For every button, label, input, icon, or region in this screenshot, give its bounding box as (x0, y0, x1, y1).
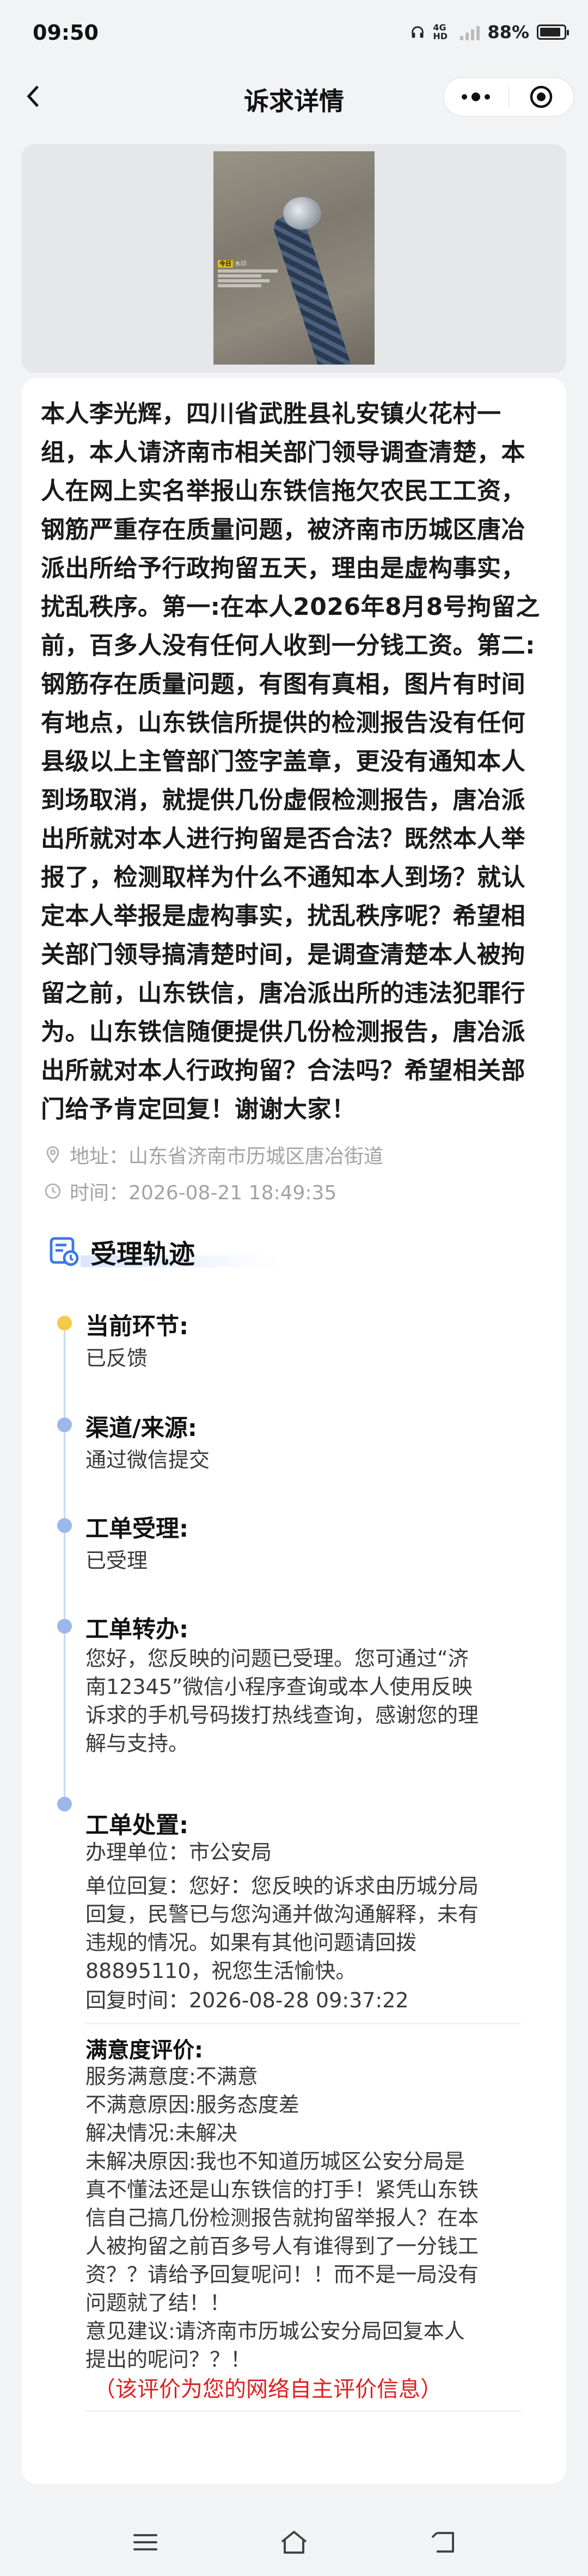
battery-icon (537, 24, 569, 40)
complaint-line: 人在网上实名举报山东铁信拖欠农民工工资， (41, 477, 525, 505)
system-nav-bar (0, 2509, 588, 2576)
time-row: 时间：2026-08-21 18:49:35 (44, 1177, 336, 1205)
clock-icon (45, 1183, 61, 1199)
back-nav-button[interactable] (418, 2523, 467, 2561)
channel-title: 渠道/来源: (85, 1415, 197, 1442)
complaint-line: 门给予肯定回复！谢谢大家！ (41, 1095, 356, 1123)
dissatisfaction-reason: 不满意原因:服务态度差 (85, 2093, 299, 2117)
track-list-icon (50, 1237, 79, 1266)
current-step-title: 当前环节: (85, 1313, 189, 1340)
battery-percent: 88% (487, 22, 529, 42)
transfer-line: 您好，您反映的问题已受理。您可通过“济 (85, 1647, 469, 1671)
timeline-dot-channel (57, 1418, 72, 1432)
complaint-line: 为。山东铁信随便提供几份检测报告，唐冶派 (41, 1018, 525, 1046)
timeline-dot-transfer (57, 1619, 72, 1634)
reply-line: 回复，民警已与您沟通并做沟通解释，未有 (85, 1902, 479, 1926)
home-button[interactable] (270, 2523, 318, 2561)
complaint-line: 本人李光辉，四川省武胜县礼安镇火花村一 (41, 400, 501, 428)
evaluation-note: （该评价为您的网络自主评价信息） (94, 2377, 442, 2402)
more-button[interactable] (444, 78, 509, 116)
divider (85, 2023, 521, 2024)
transfer-line: 解与支持。 (85, 1731, 189, 1755)
nav-bar: 诉求详情 (0, 67, 588, 125)
complaint-line: 出所就对本人行政拘留？合法吗？希望相关部 (41, 1057, 525, 1084)
accept-title: 工单受理: (85, 1515, 189, 1543)
satisfaction-text: 服务满意度:不满意 (85, 2065, 258, 2088)
address-text: 地址：山东省济南市历城区唐冶街道 (70, 1145, 384, 1168)
miniapp-capsule (443, 77, 574, 116)
track-title: 受理轨迹 (90, 1239, 195, 1269)
complaint-line: 县级以上主管部门签字盖章，更没有通知本人 (41, 748, 525, 775)
unresolved-line: 信自己搞几份检测报告就拘留举报人？在本 (85, 2206, 479, 2230)
complaint-line: 留之前，山东铁信，唐冶派出所的违法犯罪行 (41, 979, 525, 1007)
timeline-dot-handle (57, 1797, 72, 1811)
timeline-dot-accept (57, 1518, 72, 1533)
signal-icon (460, 24, 480, 40)
complaint-photo[interactable]: 今日 水印 (213, 151, 375, 365)
current-step-value: 已反馈 (85, 1346, 148, 1370)
transfer-line: 南12345”微信小程序查询或本人使用反映 (85, 1675, 473, 1699)
handle-unit: 办理单位：市公安局 (85, 1840, 272, 1864)
track-section-title: 受理轨迹 (48, 1232, 282, 1271)
resolution-status: 解决情况:未解决 (85, 2121, 237, 2145)
status-time: 09:50 (33, 21, 99, 45)
target-close-icon (530, 85, 552, 108)
handle-title: 工单处置: (85, 1812, 189, 1839)
unresolved-line: 真不懂法还是山东铁信的打手！紧凭山东铁 (85, 2178, 479, 2202)
transfer-line: 诉求的手机号码拨打热线查询，感谢您的理 (85, 1703, 479, 1727)
complaint-line: 钢筋存在质量问题，有图有真相，图片有时间 (41, 670, 525, 698)
close-miniapp-button[interactable] (509, 78, 574, 116)
reply-line: 88895110，祝您生活愉快。 (85, 1959, 357, 1983)
menu-icon (133, 2534, 157, 2550)
menu-button[interactable] (121, 2523, 170, 2561)
status-bar: 09:50 4G HD 88% (0, 0, 588, 67)
unresolved-line: 未解决原因:我也不知道历城区公安分局是 (85, 2149, 465, 2173)
address-row: 地址：山东省济南市历城区唐冶街道 (44, 1141, 383, 1169)
complaint-line: 扰乱秩序。第一:在本人2026年8月8号拘留之 (41, 593, 540, 621)
reply-time: 回复时间：2026-08-28 09:37:22 (85, 1988, 409, 2012)
unresolved-line: 人被拘留之前百多号人有谁得到了一分钱工 (85, 2234, 479, 2258)
network-label: 4G HD (433, 22, 448, 41)
home-icon (281, 2531, 307, 2554)
complaint-text: 本人李光辉，四川省武胜县礼安镇火花村一 组，本人请济南市相关部门领导调查清楚，本… (41, 395, 542, 1129)
time-text: 时间：2026-08-21 18:49:35 (70, 1182, 337, 1204)
suggestion-line: 意见建议:请济南市历城公安分局回复本人 (85, 2319, 465, 2343)
evaluation-block: 服务满意度:不满意 不满意原因:服务态度差 解决情况:未解决 未解决原因:我也不… (85, 2062, 521, 2374)
photo-watermark: 今日 水印 (218, 260, 299, 315)
transfer-title: 工单转办: (85, 1616, 189, 1643)
divider (85, 2411, 521, 2412)
complaint-line: 报了，检测取样为什么不通知本人到场？就认 (41, 864, 525, 891)
complaint-line: 有地点，山东铁信所提供的检测报告没有任何 (41, 709, 525, 737)
timeline-line (64, 1330, 65, 1809)
rebar-end-shape (283, 197, 321, 230)
suggestion-line: 提出的呢问？？！ (85, 2347, 252, 2371)
unresolved-line: 问题就了结！！ (85, 2291, 231, 2315)
complaint-line: 组，本人请济南市相关部门领导调查清楚，本 (41, 439, 525, 466)
reply-line: 违规的情况。如果有其他问题请回拨 (85, 1931, 417, 1955)
accept-value: 已受理 (85, 1549, 148, 1573)
transfer-text: 您好，您反映的问题已受理。您可通过“济 南12345”微信小程序查询或本人使用反… (85, 1644, 521, 1758)
evaluation-title: 满意度评价: (85, 2038, 203, 2063)
headphone-icon (412, 26, 424, 38)
complaint-line: 到场取消，就提供几份虚假检测报告，唐冶派 (41, 786, 525, 814)
complaint-line: 关部门领导搞清楚时间，是调查清楚本人被拘 (41, 941, 525, 969)
more-icon (462, 93, 491, 101)
handle-reply: 单位回复：您好：您反映的诉求由历城分局 回复，民警已与您沟通并做沟通解释，未有 … (85, 1872, 521, 1985)
complaint-line: 派出所给予行政拘留五天，理由是虚构事实， (41, 554, 525, 582)
complaint-line: 前，百多人没有任何人收到一分钱工资。第二: (41, 632, 536, 660)
complaint-line: 定本人举报是虚构事实，扰乱秩序呢？希望相 (41, 902, 525, 930)
unresolved-line: 资？？请给予回复呢问！！而不是一局没有 (85, 2263, 479, 2287)
location-pin-icon (46, 1146, 59, 1164)
channel-value: 通过微信提交 (85, 1448, 210, 1472)
status-icons: 4G HD 88% (410, 22, 569, 42)
reply-line: 单位回复：您好：您反映的诉求由历城分局 (85, 1874, 479, 1898)
complaint-line: 出所就对本人进行拘留是否合法？既然本人举 (41, 825, 525, 853)
back-arrow-icon (431, 2532, 455, 2553)
timeline-dot-current (57, 1316, 72, 1330)
complaint-line: 钢筋严重存在质量问题，被济南市历城区唐冶 (41, 516, 525, 544)
